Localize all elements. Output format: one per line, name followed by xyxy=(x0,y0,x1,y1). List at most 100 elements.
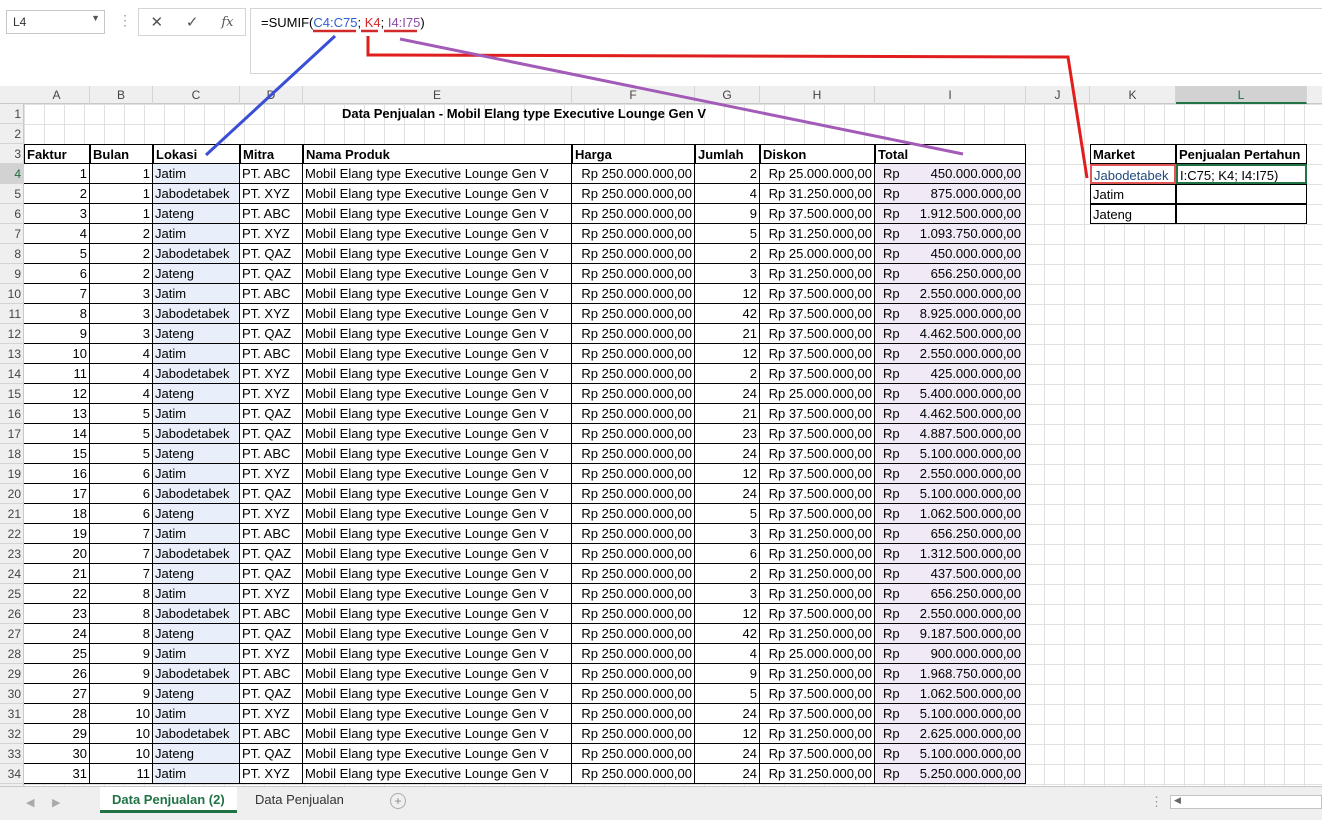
market-cell[interactable]: Jabodetabek xyxy=(1090,164,1176,184)
row-header-32[interactable]: 32 xyxy=(0,724,24,744)
cell-total[interactable]: Rp 5.400.000.000,00 xyxy=(875,384,1026,404)
insert-function-icon[interactable]: fx xyxy=(221,15,233,30)
cell-diskon[interactable]: Rp 37.500.000,00 xyxy=(760,464,875,484)
cell-total[interactable]: Rp 2.550.000.000,00 xyxy=(875,604,1026,624)
market-cell[interactable]: Jateng xyxy=(1090,204,1176,224)
cell-jumlah[interactable]: 2 xyxy=(695,164,760,184)
sales-cell[interactable] xyxy=(1176,204,1307,224)
cell-harga[interactable]: Rp 250.000.000,00 xyxy=(572,364,695,384)
cell-jumlah[interactable]: 23 xyxy=(695,424,760,444)
table-header-harga[interactable]: Harga xyxy=(572,144,695,164)
cell-faktur[interactable]: 26 xyxy=(24,664,90,684)
cell-lokasi[interactable]: Jabodetabek xyxy=(153,304,240,324)
cell-lokasi[interactable]: Jateng xyxy=(153,504,240,524)
cell-mitra[interactable]: PT. ABC xyxy=(240,524,303,544)
cell-harga[interactable]: Rp 250.000.000,00 xyxy=(572,504,695,524)
table-header-total[interactable]: Total xyxy=(875,144,1026,164)
chevron-down-icon[interactable]: ▼ xyxy=(91,13,100,23)
cell-total[interactable]: Rp 8.925.000.000,00 xyxy=(875,304,1026,324)
cell-nama-produk[interactable]: Mobil Elang type Executive Lounge Gen V xyxy=(303,184,572,204)
cell-diskon[interactable]: Rp 37.500.000,00 xyxy=(760,744,875,764)
cell-mitra[interactable]: PT. ABC xyxy=(240,664,303,684)
cell-diskon[interactable]: Rp 37.500.000,00 xyxy=(760,444,875,464)
cell-nama-produk[interactable]: Mobil Elang type Executive Lounge Gen V xyxy=(303,544,572,564)
row-header-4[interactable]: 4 xyxy=(0,164,24,184)
cell-bulan[interactable]: 2 xyxy=(90,224,153,244)
cell-harga[interactable]: Rp 250.000.000,00 xyxy=(572,304,695,324)
scroll-left-icon[interactable]: ◀ xyxy=(1174,795,1181,806)
tab-data-penjualan-2[interactable]: Data Penjualan (2) xyxy=(100,787,237,813)
cell-diskon[interactable]: Rp 37.500.000,00 xyxy=(760,504,875,524)
cell-jumlah[interactable]: 5 xyxy=(695,224,760,244)
row-header-29[interactable]: 29 xyxy=(0,664,24,684)
cell-mitra[interactable]: PT. XYZ xyxy=(240,644,303,664)
cell-jumlah[interactable]: 12 xyxy=(695,604,760,624)
cell-nama-produk[interactable]: Mobil Elang type Executive Lounge Gen V xyxy=(303,564,572,584)
cell-diskon[interactable]: Rp 37.500.000,00 xyxy=(760,344,875,364)
cell-diskon[interactable]: Rp 31.250.000,00 xyxy=(760,724,875,744)
row-header-34[interactable]: 34 xyxy=(0,764,24,784)
cell-harga[interactable]: Rp 250.000.000,00 xyxy=(572,224,695,244)
cell-mitra[interactable]: PT. XYZ xyxy=(240,504,303,524)
cell-faktur[interactable]: 23 xyxy=(24,604,90,624)
cell-mitra[interactable]: PT. QAZ xyxy=(240,544,303,564)
cell-mitra[interactable]: PT. QAZ xyxy=(240,484,303,504)
cell-diskon[interactable]: Rp 25.000.000,00 xyxy=(760,644,875,664)
cell-nama-produk[interactable]: Mobil Elang type Executive Lounge Gen V xyxy=(303,704,572,724)
column-header-a[interactable]: A xyxy=(24,86,90,104)
cell-diskon[interactable]: Rp 37.500.000,00 xyxy=(760,304,875,324)
sales-cell[interactable] xyxy=(1176,184,1307,204)
cell-faktur[interactable]: 9 xyxy=(24,324,90,344)
row-header-24[interactable]: 24 xyxy=(0,564,24,584)
cell-harga[interactable]: Rp 250.000.000,00 xyxy=(572,664,695,684)
cell-jumlah[interactable]: 3 xyxy=(695,524,760,544)
column-header-c[interactable]: C xyxy=(153,86,240,104)
cell-harga[interactable]: Rp 250.000.000,00 xyxy=(572,644,695,664)
cell-mitra[interactable]: PT. QAZ xyxy=(240,564,303,584)
cell-mitra[interactable]: PT. QAZ xyxy=(240,324,303,344)
column-header-f[interactable]: F xyxy=(572,86,695,104)
cell-diskon[interactable]: Rp 25.000.000,00 xyxy=(760,384,875,404)
cell-lokasi[interactable]: Jatim xyxy=(153,404,240,424)
cell-total[interactable]: Rp 425.000.000,00 xyxy=(875,364,1026,384)
cell-total[interactable]: Rp 5.100.000.000,00 xyxy=(875,484,1026,504)
cell-total[interactable]: Rp 875.000.000,00 xyxy=(875,184,1026,204)
table-header-mitra[interactable]: Mitra xyxy=(240,144,303,164)
cell-nama-produk[interactable]: Mobil Elang type Executive Lounge Gen V xyxy=(303,584,572,604)
row-header-28[interactable]: 28 xyxy=(0,644,24,664)
cell-faktur[interactable]: 11 xyxy=(24,364,90,384)
cell-jumlah[interactable]: 24 xyxy=(695,764,760,784)
cell-total[interactable]: Rp 1.912.500.000,00 xyxy=(875,204,1026,224)
cell-lokasi[interactable]: Jateng xyxy=(153,684,240,704)
cell-lokasi[interactable]: Jabodetabek xyxy=(153,484,240,504)
cell-mitra[interactable]: PT. QAZ xyxy=(240,744,303,764)
sheet-title[interactable]: Data Penjualan - Mobil Elang type Execut… xyxy=(24,104,1024,124)
cell-lokasi[interactable]: Jatim xyxy=(153,164,240,184)
cell-jumlah[interactable]: 24 xyxy=(695,744,760,764)
cell-faktur[interactable]: 13 xyxy=(24,404,90,424)
cell-jumlah[interactable]: 12 xyxy=(695,464,760,484)
cell-jumlah[interactable]: 12 xyxy=(695,284,760,304)
cell-diskon[interactable]: Rp 31.250.000,00 xyxy=(760,184,875,204)
prev-sheet-icon[interactable]: ◀ xyxy=(26,796,34,809)
cell-faktur[interactable]: 28 xyxy=(24,704,90,724)
row-header-16[interactable]: 16 xyxy=(0,404,24,424)
cell-jumlah[interactable]: 42 xyxy=(695,304,760,324)
enter-icon[interactable]: ✓ xyxy=(186,13,199,31)
cell-total[interactable]: Rp 4.887.500.000,00 xyxy=(875,424,1026,444)
cell-total[interactable]: Rp 450.000.000,00 xyxy=(875,244,1026,264)
cell-lokasi[interactable]: Jatim xyxy=(153,524,240,544)
cell-mitra[interactable]: PT. QAZ xyxy=(240,684,303,704)
row-header-5[interactable]: 5 xyxy=(0,184,24,204)
cell-total[interactable]: Rp 5.100.000.000,00 xyxy=(875,704,1026,724)
cell-harga[interactable]: Rp 250.000.000,00 xyxy=(572,264,695,284)
cell-faktur[interactable]: 10 xyxy=(24,344,90,364)
cell-mitra[interactable]: PT. ABC xyxy=(240,604,303,624)
cell-mitra[interactable]: PT. XYZ xyxy=(240,224,303,244)
row-header-9[interactable]: 9 xyxy=(0,264,24,284)
worksheet-grid[interactable]: Data Penjualan - Mobil Elang type Execut… xyxy=(24,104,1322,786)
cell-bulan[interactable]: 6 xyxy=(90,484,153,504)
cell-total[interactable]: Rp 450.000.000,00 xyxy=(875,164,1026,184)
cell-lokasi[interactable]: Jateng xyxy=(153,324,240,344)
cell-bulan[interactable]: 4 xyxy=(90,344,153,364)
